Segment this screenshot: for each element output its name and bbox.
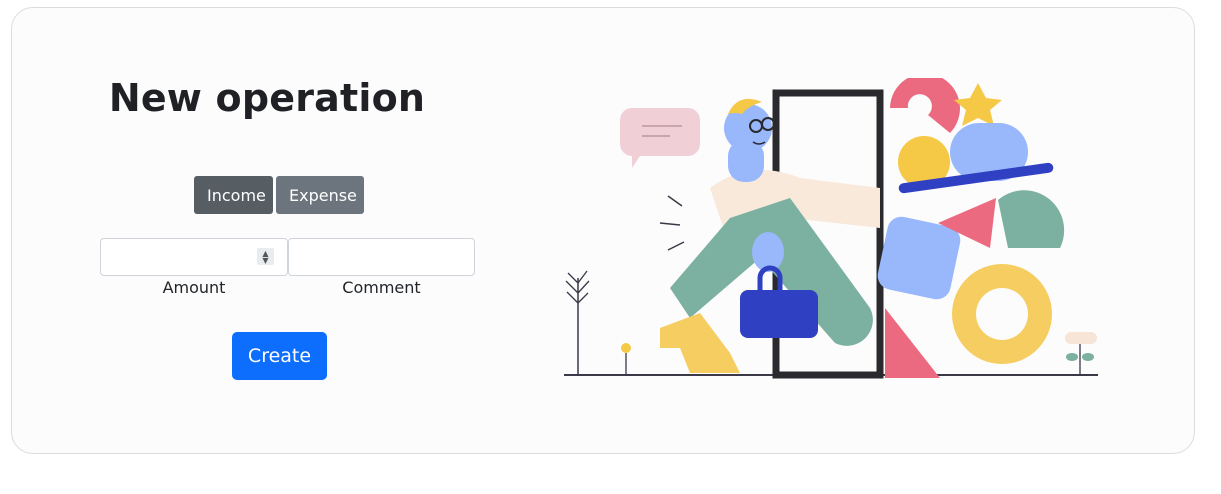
create-button[interactable]: Create [232, 332, 327, 380]
income-button[interactable]: Income [194, 176, 273, 214]
page-title: New operation [108, 76, 426, 120]
comment-input[interactable] [288, 238, 475, 276]
expense-button[interactable]: Expense [276, 176, 364, 214]
illustration-image [564, 78, 1098, 379]
operation-type-toggle: Income Expense [194, 176, 364, 214]
comment-label: Comment [342, 278, 421, 297]
amount-label: Amount [162, 278, 226, 297]
amount-stepper-icon[interactable]: ▲ ▼ [257, 248, 274, 265]
